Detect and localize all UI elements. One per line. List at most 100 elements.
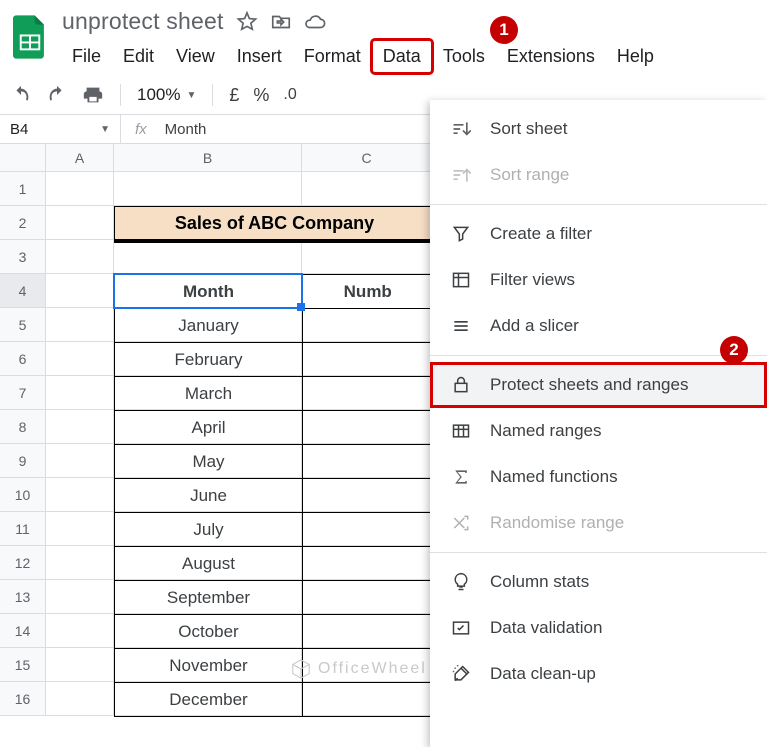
value-cell[interactable] xyxy=(303,309,433,343)
column-header-a[interactable]: A xyxy=(46,144,114,172)
menu-item-sigma[interactable]: Named functions xyxy=(430,454,767,500)
select-all-corner[interactable] xyxy=(0,144,46,172)
toolbar-separator xyxy=(212,84,213,106)
menu-item-bulb[interactable]: Column stats xyxy=(430,559,767,605)
month-cell[interactable]: January xyxy=(115,309,303,343)
menu-item-sort-range: Sort range xyxy=(430,152,767,198)
month-cell[interactable]: June xyxy=(115,479,303,513)
row-header[interactable]: 9 xyxy=(0,444,46,478)
table-row: May xyxy=(115,445,433,479)
undo-icon[interactable] xyxy=(10,84,32,106)
menu-item-sort-sheet[interactable]: Sort sheet xyxy=(430,106,767,152)
header-number[interactable]: Numb xyxy=(303,275,433,309)
table-row: June xyxy=(115,479,433,513)
menu-item-label: Filter views xyxy=(490,270,575,290)
value-cell[interactable] xyxy=(303,513,433,547)
value-cell[interactable] xyxy=(303,445,433,479)
menu-item-filter-views[interactable]: Filter views xyxy=(430,257,767,303)
formula-input[interactable]: Month xyxy=(161,121,207,138)
row-header[interactable]: 8 xyxy=(0,410,46,444)
month-cell[interactable]: April xyxy=(115,411,303,445)
menu-item-filter[interactable]: Create a filter xyxy=(430,211,767,257)
menu-data[interactable]: Data xyxy=(373,41,431,72)
star-icon[interactable] xyxy=(236,11,258,33)
header-month[interactable]: Month xyxy=(115,275,303,309)
row-header[interactable]: 14 xyxy=(0,614,46,648)
value-cell[interactable] xyxy=(303,683,433,717)
row-header[interactable]: 13 xyxy=(0,580,46,614)
table-row: July xyxy=(115,513,433,547)
menu-item-slicer[interactable]: Add a slicer xyxy=(430,303,767,349)
month-cell[interactable]: March xyxy=(115,377,303,411)
row-header[interactable]: 3 xyxy=(0,240,46,274)
redo-icon[interactable] xyxy=(46,84,68,106)
caret-down-icon: ▼ xyxy=(100,124,110,135)
menu-item-label: Protect sheets and ranges xyxy=(490,375,688,395)
annotation-callout: 2 xyxy=(720,336,748,364)
row-header[interactable]: 15 xyxy=(0,648,46,682)
menu-item-cleanup[interactable]: Data clean-up xyxy=(430,651,767,697)
value-cell[interactable] xyxy=(303,377,433,411)
menu-edit[interactable]: Edit xyxy=(113,41,164,72)
row-header[interactable]: 2 xyxy=(0,206,46,240)
menu-item-lock[interactable]: Protect sheets and ranges xyxy=(430,362,767,408)
menu-item-label: Sort range xyxy=(490,165,569,185)
value-cell[interactable] xyxy=(303,581,433,615)
fx-label: fx xyxy=(120,115,161,143)
cloud-icon[interactable] xyxy=(304,11,326,33)
filter-icon xyxy=(450,223,472,245)
table-header-row: Month Numb xyxy=(115,275,433,309)
sheet-title-cell[interactable]: Sales of ABC Company xyxy=(114,206,434,240)
menu-separator xyxy=(430,204,767,205)
zoom-dropdown[interactable]: 100%▼ xyxy=(137,85,196,105)
title-row: unprotect sheet xyxy=(62,8,757,35)
row-header[interactable]: 16 xyxy=(0,682,46,716)
row-header[interactable]: 10 xyxy=(0,478,46,512)
row-header[interactable]: 7 xyxy=(0,376,46,410)
month-cell[interactable]: July xyxy=(115,513,303,547)
month-cell[interactable]: December xyxy=(115,683,303,717)
row-header[interactable]: 5 xyxy=(0,308,46,342)
percent-button[interactable]: % xyxy=(253,85,269,106)
menu-item-label: Sort sheet xyxy=(490,119,568,139)
value-cell[interactable] xyxy=(303,479,433,513)
currency-button[interactable]: £ xyxy=(229,85,239,106)
sigma-icon xyxy=(450,466,472,488)
menu-tools[interactable]: Tools xyxy=(433,41,495,72)
menu-help[interactable]: Help xyxy=(607,41,664,72)
month-cell[interactable]: October xyxy=(115,615,303,649)
value-cell[interactable] xyxy=(303,343,433,377)
month-cell[interactable]: September xyxy=(115,581,303,615)
menu-extensions[interactable]: Extensions xyxy=(497,41,605,72)
month-cell[interactable]: February xyxy=(115,343,303,377)
month-cell[interactable]: August xyxy=(115,547,303,581)
filter-views-icon xyxy=(450,269,472,291)
value-cell[interactable] xyxy=(303,615,433,649)
menu-item-label: Named functions xyxy=(490,467,618,487)
column-header-b[interactable]: B xyxy=(114,144,302,172)
row-header[interactable]: 12 xyxy=(0,546,46,580)
row-header[interactable]: 1 xyxy=(0,172,46,206)
row-header[interactable]: 4 xyxy=(0,274,46,308)
menu-item-named-ranges[interactable]: Named ranges xyxy=(430,408,767,454)
row-header[interactable]: 11 xyxy=(0,512,46,546)
menu-item-validation[interactable]: Data validation xyxy=(430,605,767,651)
menu-format[interactable]: Format xyxy=(294,41,371,72)
menu-file[interactable]: File xyxy=(62,41,111,72)
menu-view[interactable]: View xyxy=(166,41,225,72)
value-cell[interactable] xyxy=(303,411,433,445)
month-cell[interactable]: May xyxy=(115,445,303,479)
value-cell[interactable] xyxy=(303,547,433,581)
row-header[interactable]: 6 xyxy=(0,342,46,376)
print-icon[interactable] xyxy=(82,84,104,106)
table-row: March xyxy=(115,377,433,411)
sheets-logo xyxy=(10,12,50,62)
move-icon[interactable] xyxy=(270,11,292,33)
document-title[interactable]: unprotect sheet xyxy=(62,8,224,35)
menu-insert[interactable]: Insert xyxy=(227,41,292,72)
column-header-c[interactable]: C xyxy=(302,144,432,172)
name-box[interactable]: B4 ▼ xyxy=(0,121,120,138)
month-cell[interactable]: November xyxy=(115,649,303,683)
watermark: OfficeWheel xyxy=(290,658,427,680)
decimal-button[interactable]: .0 xyxy=(283,86,296,104)
